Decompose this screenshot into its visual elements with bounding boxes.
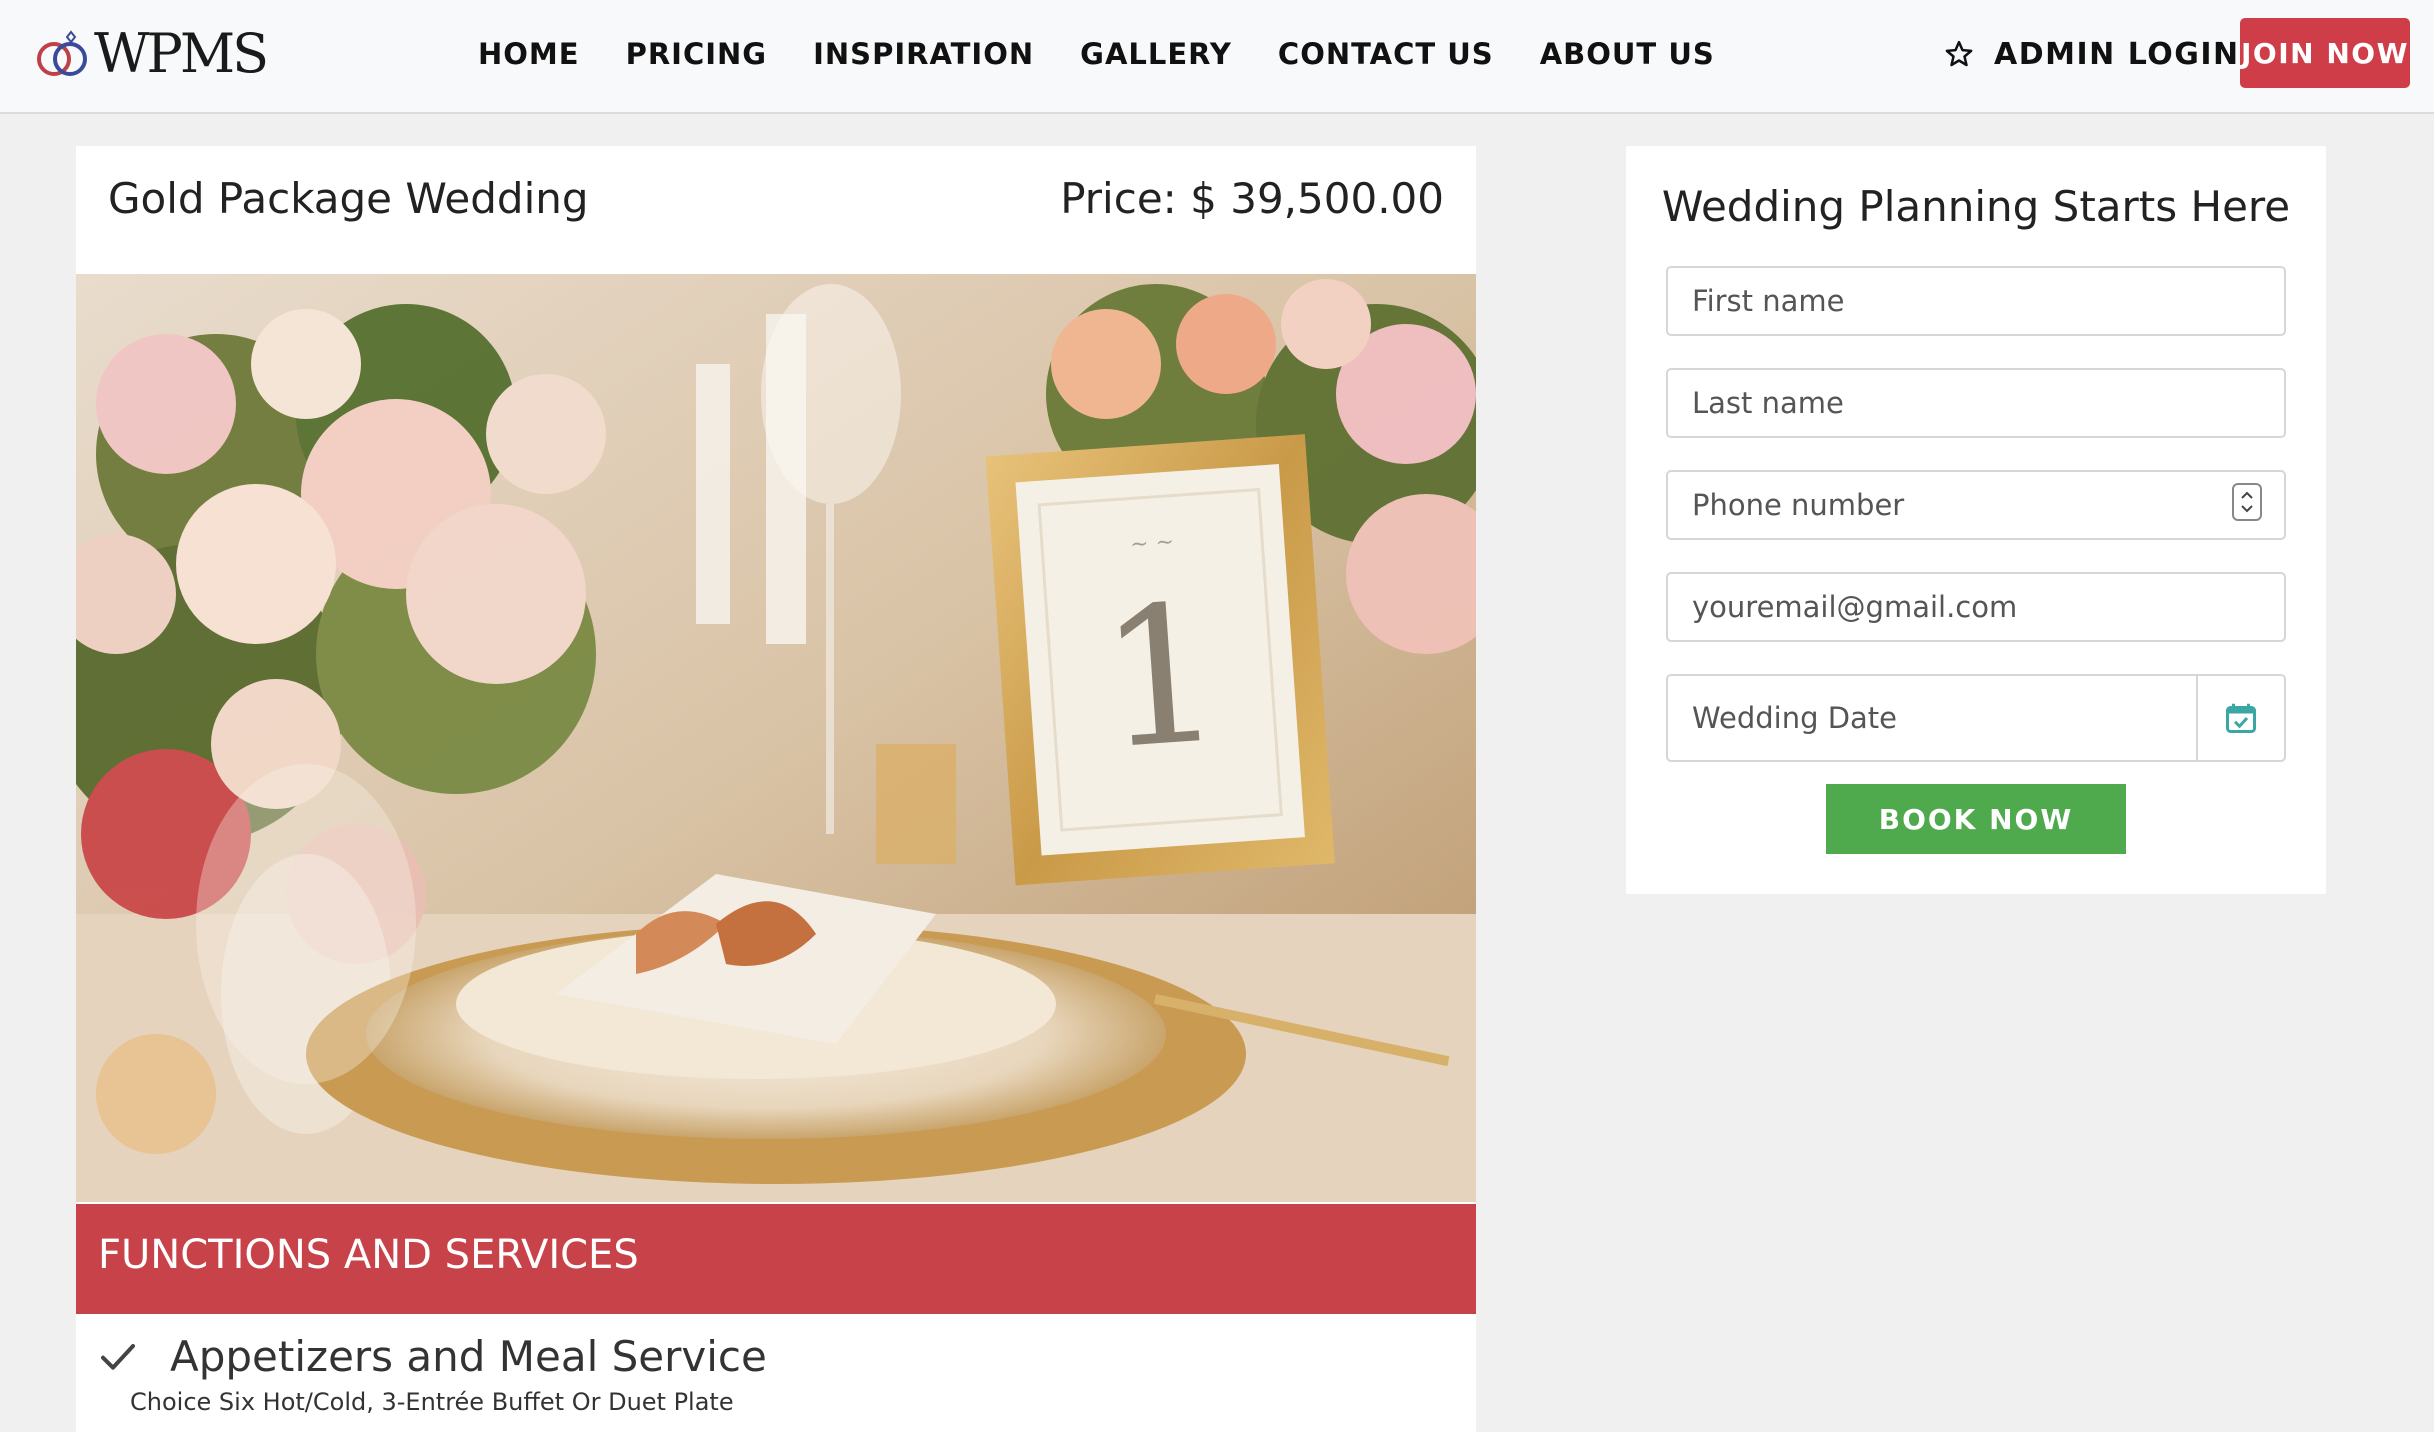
phone-number-input[interactable] [1666,470,2286,540]
nav-inspiration[interactable]: INSPIRATION [813,37,1034,71]
service-item: Appetizers and Meal Service [98,1326,767,1386]
phone-stepper[interactable] [2232,483,2262,521]
admin-login-label: ADMIN LOGIN [1994,36,2240,72]
calendar-check-icon [2226,703,2256,733]
nav-pricing[interactable]: PRICING [626,37,768,71]
form-title: Wedding Planning Starts Here [1661,182,2291,231]
package-title: Gold Package Wedding [108,174,589,223]
service-description: Choice Six Hot/Cold, 3-Entrée Buffet Or … [130,1388,734,1416]
join-now-button[interactable]: JOIN NOW [2240,18,2410,88]
wedding-rings-icon [37,30,87,76]
nav-about-us[interactable]: ABOUT US [1540,37,1715,71]
booking-form-card: Wedding Planning Starts Here BOOK NOW [1626,146,2326,894]
package-card: Gold Package Wedding Price: $ 39,500.00 [76,146,1476,1432]
wedding-date-input[interactable] [1668,676,2194,760]
check-icon [101,1344,135,1370]
last-name-input[interactable] [1666,368,2286,438]
nav-home[interactable]: HOME [478,37,580,71]
nav-contact-us[interactable]: CONTACT US [1278,37,1494,71]
main-nav: HOME PRICING INSPIRATION GALLERY CONTACT… [478,32,1761,76]
wedding-date-field [1666,674,2286,762]
svg-text:1: 1 [1093,563,1229,792]
first-name-input[interactable] [1666,266,2286,336]
package-price: Price: $ 39,500.00 [1060,174,1444,223]
email-input[interactable] [1666,572,2286,642]
book-now-button[interactable]: BOOK NOW [1826,784,2126,854]
wedding-table-photo: 1 ~ ~ [76,274,1476,1202]
service-name: Appetizers and Meal Service [170,1331,767,1381]
svg-text:~ ~: ~ ~ [1129,530,1175,558]
brand-logo[interactable]: WPMS [34,22,269,85]
star-outline-icon [1945,40,1973,67]
nav-gallery[interactable]: GALLERY [1080,37,1232,71]
admin-login-link[interactable]: ADMIN LOGIN [1944,32,2240,76]
top-navbar: WPMS HOME PRICING INSPIRATION GALLERY CO… [0,0,2434,114]
stepper-arrows-icon [2241,491,2253,513]
functions-services-title: FUNCTIONS AND SERVICES [98,1232,639,1278]
functions-services-header: FUNCTIONS AND SERVICES [76,1204,1476,1314]
package-hero-image: 1 ~ ~ [76,274,1476,1202]
brand-name: WPMS [94,22,269,85]
date-picker-button[interactable] [2196,676,2284,760]
